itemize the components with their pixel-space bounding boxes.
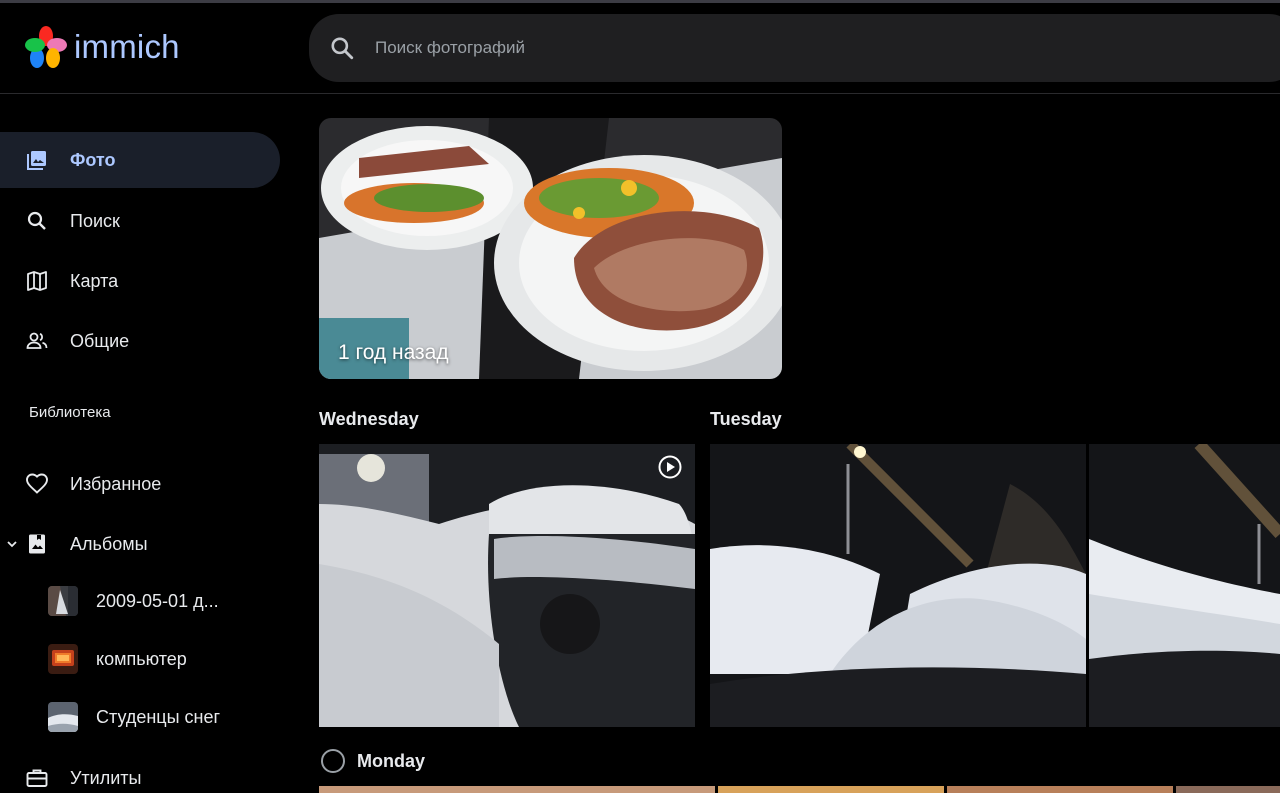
search-bar[interactable] bbox=[309, 14, 1280, 82]
sidebar-item-label: Утилиты bbox=[70, 767, 142, 788]
sidebar-item-label: Поиск bbox=[70, 210, 120, 231]
sidebar-item-photos[interactable]: Фото bbox=[0, 132, 280, 188]
sidebar-item-map[interactable]: Карта bbox=[0, 253, 280, 309]
sidebar-item-albums[interactable]: Альбомы bbox=[0, 516, 280, 572]
people-icon bbox=[25, 329, 49, 353]
play-motion-icon[interactable] bbox=[657, 454, 683, 480]
photo-image bbox=[319, 444, 695, 727]
album-thumbnail bbox=[48, 644, 78, 674]
sidebar-item-label: Избранное bbox=[70, 473, 162, 494]
memory-caption: 1 год назад bbox=[338, 341, 449, 364]
photo-thumbnail[interactable] bbox=[319, 444, 695, 727]
sidebar-item-sharing[interactable]: Общие bbox=[0, 313, 280, 369]
photo-thumbnail[interactable] bbox=[710, 444, 1086, 727]
app-name: immich bbox=[74, 28, 180, 65]
album-item[interactable]: компьютер bbox=[48, 644, 187, 674]
immich-logo-icon bbox=[25, 26, 67, 68]
sidebar-item-label: Общие bbox=[70, 330, 130, 351]
album-item[interactable]: 2009-05-01 д... bbox=[48, 586, 219, 616]
photo-thumbnail[interactable] bbox=[1176, 786, 1280, 793]
toolbox-icon bbox=[25, 766, 49, 790]
sidebar-item-utilities[interactable]: Утилиты bbox=[0, 750, 280, 793]
sidebar-item-label: Альбомы bbox=[70, 533, 148, 554]
photo-image bbox=[710, 444, 1086, 727]
album-item[interactable]: Студенцы снег bbox=[48, 702, 220, 732]
sidebar-item-search[interactable]: Поиск bbox=[0, 193, 280, 249]
immich-logo[interactable]: immich bbox=[24, 26, 180, 68]
album-label: 2009-05-01 д... bbox=[96, 590, 219, 611]
album-thumbnail bbox=[48, 586, 78, 616]
search-icon[interactable] bbox=[329, 35, 355, 61]
library-section-label: Библиотека bbox=[29, 404, 111, 421]
memory-card[interactable]: 1 год назад bbox=[319, 118, 782, 379]
search-icon bbox=[25, 209, 49, 233]
album-thumbnail bbox=[48, 702, 78, 732]
sidebar-item-label: Фото bbox=[70, 149, 116, 170]
search-input[interactable] bbox=[375, 38, 1175, 58]
date-group-title: Wednesday bbox=[319, 409, 419, 429]
window-top-border bbox=[0, 0, 1280, 3]
photo-thumbnail[interactable] bbox=[718, 786, 944, 793]
album-label: компьютер bbox=[96, 648, 187, 669]
photo-thumbnail[interactable] bbox=[319, 786, 715, 793]
header-divider bbox=[0, 93, 1280, 94]
date-group-title: Monday bbox=[357, 751, 426, 771]
photos-icon bbox=[25, 148, 49, 172]
heart-icon bbox=[25, 472, 49, 496]
photo-thumbnail[interactable] bbox=[1089, 444, 1280, 727]
memory-photo bbox=[319, 118, 782, 379]
date-group-title: Tuesday bbox=[710, 409, 782, 429]
map-icon bbox=[25, 269, 49, 293]
sidebar-item-label: Карта bbox=[70, 270, 119, 291]
photo-image bbox=[1089, 444, 1280, 727]
sidebar-item-favorites[interactable]: Избранное bbox=[0, 456, 280, 512]
album-icon bbox=[25, 532, 49, 556]
album-label: Студенцы снег bbox=[96, 706, 221, 727]
select-group-checkbox[interactable] bbox=[321, 749, 345, 773]
photo-thumbnail[interactable] bbox=[947, 786, 1173, 793]
